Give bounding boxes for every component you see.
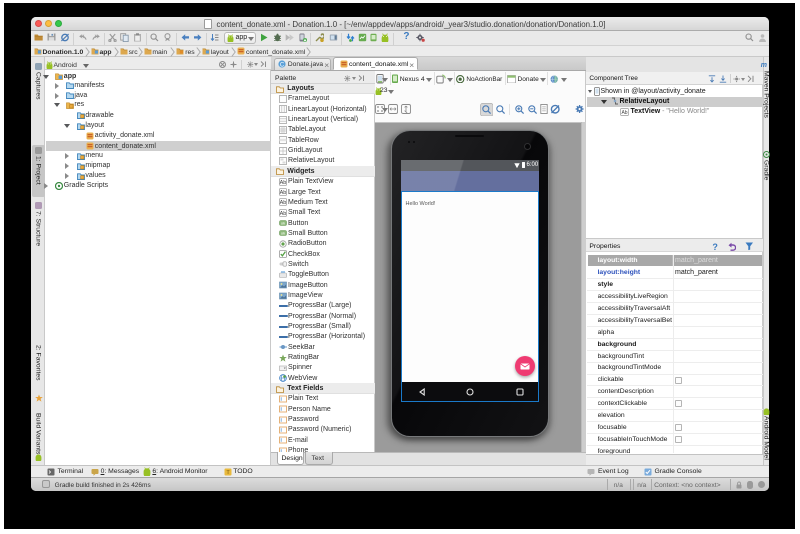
svg-text:C: C: [280, 62, 285, 68]
svg-text:Ab: Ab: [279, 190, 286, 196]
svg-text:ok: ok: [280, 221, 284, 226]
svg-text:Ab: Ab: [279, 211, 286, 217]
svg-text:Ab: Ab: [279, 180, 286, 186]
svg-text:ok: ok: [280, 231, 284, 236]
svg-text:Ab: Ab: [621, 109, 627, 115]
svg-text:Ab: Ab: [279, 200, 286, 206]
